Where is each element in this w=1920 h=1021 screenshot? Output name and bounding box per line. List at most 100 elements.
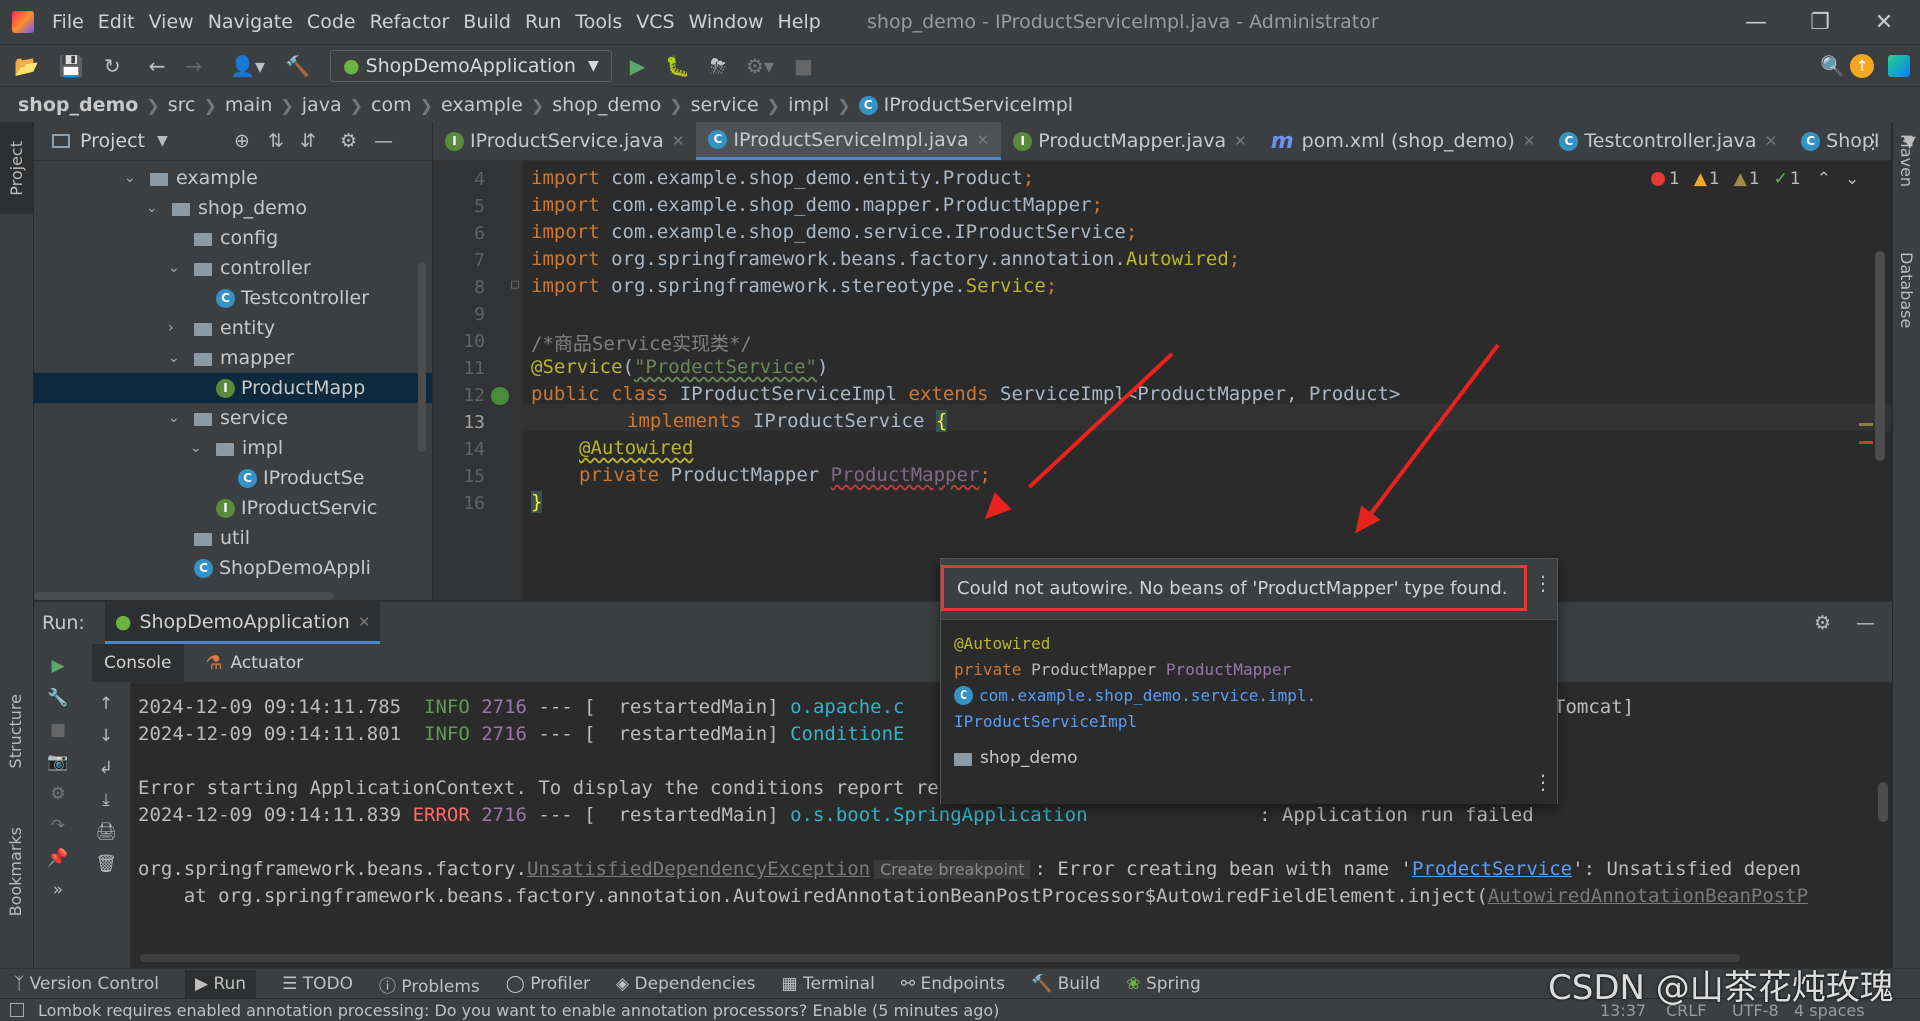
inspection-widget[interactable]: 1 ▲ 1 ▲ 1 ✓ 1 ⌃ ⌄ xyxy=(1651,167,1859,191)
tree-item[interactable]: › entity xyxy=(34,313,432,343)
status-toggle-icon[interactable] xyxy=(10,1003,24,1017)
locate-icon[interactable]: ⊕ xyxy=(234,130,250,152)
menu-window[interactable]: Window xyxy=(689,11,764,33)
scroll-down-icon[interactable]: ↓ xyxy=(99,726,113,746)
doc-more-icon[interactable]: ⋮ xyxy=(1533,770,1553,794)
menu-view[interactable]: View xyxy=(149,11,194,33)
scroll-up-icon[interactable]: ↑ xyxy=(99,694,113,714)
menu-navigate[interactable]: Navigate xyxy=(208,11,293,33)
minimize-button[interactable]: — xyxy=(1724,0,1788,44)
prev-highlight-icon[interactable]: ⌃ xyxy=(1817,169,1831,189)
crumb-service[interactable]: service xyxy=(691,94,759,116)
tab-console[interactable]: Console xyxy=(92,644,184,682)
gear-icon[interactable]: ⚙ xyxy=(1814,612,1831,634)
chevron-right-icon[interactable]: › xyxy=(168,320,186,336)
tab-pom-xml[interactable]: m pom.xml (shop_demo) ✕ xyxy=(1259,122,1548,160)
tab-iproductserviceimpl[interactable]: C IProductServiceImpl.java ✕ xyxy=(696,122,1002,160)
create-breakpoint-link[interactable]: Create breakpoint xyxy=(874,860,1031,879)
next-highlight-icon[interactable]: ⌄ xyxy=(1845,169,1859,189)
tool-spring[interactable]: ❀ Spring xyxy=(1126,974,1201,994)
console-h-scrollbar[interactable] xyxy=(140,954,1740,962)
bean-gutter-icon[interactable] xyxy=(491,387,509,405)
tool-dependencies[interactable]: ◈ Dependencies xyxy=(616,974,755,994)
tree-item[interactable]: config xyxy=(34,223,432,253)
crumb-class[interactable]: IProductServiceImpl xyxy=(884,94,1073,116)
expand-all-icon[interactable]: ⇅ xyxy=(268,130,284,152)
close-tab-icon[interactable]: ✕ xyxy=(977,131,990,149)
print-icon[interactable]: 🖨 xyxy=(95,822,117,842)
tool-version-control[interactable]: ᛉ Version Control xyxy=(14,974,159,994)
coverage-icon[interactable]: ⛈ xyxy=(710,54,726,78)
tool-run[interactable]: ▶ Run xyxy=(184,970,257,998)
chevron-down-icon[interactable]: ⌄ xyxy=(168,410,186,426)
tool-todo[interactable]: ☰ TODO xyxy=(282,974,353,994)
crumb-example[interactable]: example xyxy=(441,94,523,116)
structure-tool-button[interactable]: Structure xyxy=(6,694,25,773)
close-tab-icon[interactable]: ✕ xyxy=(672,132,685,150)
tree-item[interactable]: C Testcontroller xyxy=(34,283,432,313)
tree-item[interactable]: util xyxy=(34,523,432,553)
tab-actuator[interactable]: ⚗ Actuator xyxy=(194,644,316,682)
menu-code[interactable]: Code xyxy=(307,11,356,33)
search-everywhere-icon[interactable]: 🔍 xyxy=(1820,54,1845,78)
crumb-main[interactable]: main xyxy=(225,94,272,116)
stop-icon[interactable]: ■ xyxy=(794,54,813,78)
bean-name-link[interactable]: ProdectService xyxy=(1412,858,1572,880)
code-editor[interactable]: 4 5 6 7 8 9 10 11 12 13 14 15 16 □ impor… xyxy=(433,161,1891,600)
console-scrollbar[interactable] xyxy=(1878,782,1888,822)
hide-panel-icon[interactable]: — xyxy=(1856,612,1875,634)
trash-icon[interactable]: 🗑 xyxy=(95,854,117,874)
sync-icon[interactable]: ↻ xyxy=(104,54,121,78)
camera-icon[interactable]: 📷 xyxy=(47,752,68,772)
database-tool-button[interactable]: Database xyxy=(1897,252,1916,333)
run-config-tab[interactable]: ● ShopDemoApplication ✕ xyxy=(104,602,381,644)
crumb-shop-demo[interactable]: shop_demo xyxy=(552,94,661,116)
save-all-icon[interactable]: 💾 xyxy=(59,54,84,78)
tree-item[interactable]: C ShopDemoAppli xyxy=(34,553,432,583)
tree-item[interactable]: ⌄ service xyxy=(34,403,432,433)
chevron-down-icon[interactable]: ⌄ xyxy=(168,260,186,276)
crumb-impl[interactable]: impl xyxy=(788,94,829,116)
run-icon[interactable]: ▶ xyxy=(630,54,645,78)
tab-testcontroller[interactable]: C Testcontroller.java ✕ xyxy=(1547,122,1789,160)
menu-refactor[interactable]: Refactor xyxy=(370,11,450,33)
chevron-down-icon[interactable]: ▼ xyxy=(157,133,168,149)
login-icon[interactable]: ↷ xyxy=(51,816,65,836)
tab-list-chevron-icon[interactable]: ▼ xyxy=(1904,132,1916,151)
stack-frame-link[interactable]: AutowiredAnnotationBeanPostP xyxy=(1488,885,1808,907)
tab-iproductservice[interactable]: I IProductService.java ✕ xyxy=(433,122,696,160)
doc-class-link[interactable]: Ccom.example.shop_demo.service.impl. xyxy=(954,686,1316,705)
chevron-down-icon[interactable]: ⌄ xyxy=(168,350,186,366)
gear-icon[interactable]: ⚙ xyxy=(340,130,357,152)
project-panel-title[interactable]: Project xyxy=(80,130,145,152)
close-tab-icon[interactable]: ✕ xyxy=(1765,132,1778,150)
crumb-project[interactable]: shop_demo xyxy=(18,94,138,116)
tree-item[interactable]: I ProductMapp xyxy=(34,373,432,403)
chevron-down-icon[interactable]: ⌄ xyxy=(124,170,142,186)
chevron-down-icon[interactable]: ⌄ xyxy=(190,440,208,456)
run-configuration-select[interactable]: ● ShopDemoApplication ▼ xyxy=(329,50,612,82)
update-icon[interactable]: ↑ xyxy=(1850,54,1874,78)
project-tool-button[interactable]: Project xyxy=(0,122,33,214)
close-tab-icon[interactable]: ✕ xyxy=(358,613,371,631)
menu-tools[interactable]: Tools xyxy=(575,11,622,33)
popup-more-icon[interactable]: ⋮ xyxy=(1533,571,1553,595)
restore-button[interactable]: ❐ xyxy=(1788,0,1852,44)
crumb-src[interactable]: src xyxy=(168,94,196,116)
vcs-user-icon[interactable]: 👤▾ xyxy=(230,54,265,78)
tool-build[interactable]: 🔨 Build xyxy=(1031,974,1100,994)
tree-item[interactable]: ⌄ controller xyxy=(34,253,432,283)
settings-gear-icon[interactable]: ⚙ xyxy=(50,784,65,804)
editor-scrollbar[interactable] xyxy=(1875,251,1885,461)
menu-edit[interactable]: Edit xyxy=(98,11,135,33)
scroll-to-end-icon[interactable]: ⤓ xyxy=(102,790,110,810)
tree-item[interactable]: C IProductSe xyxy=(34,463,432,493)
menu-file[interactable]: File xyxy=(52,11,84,33)
crumb-com[interactable]: com xyxy=(371,94,412,116)
profile-icon[interactable]: ⚙▾ xyxy=(746,54,774,78)
tool-problems[interactable]: ⓘ Problems xyxy=(379,972,480,997)
more-tabs-icon[interactable]: ⋮ xyxy=(1863,129,1883,153)
tree-h-scrollbar[interactable] xyxy=(34,592,334,600)
crumb-java[interactable]: java xyxy=(302,94,342,116)
tree-item[interactable]: ⌄ example xyxy=(34,163,432,193)
